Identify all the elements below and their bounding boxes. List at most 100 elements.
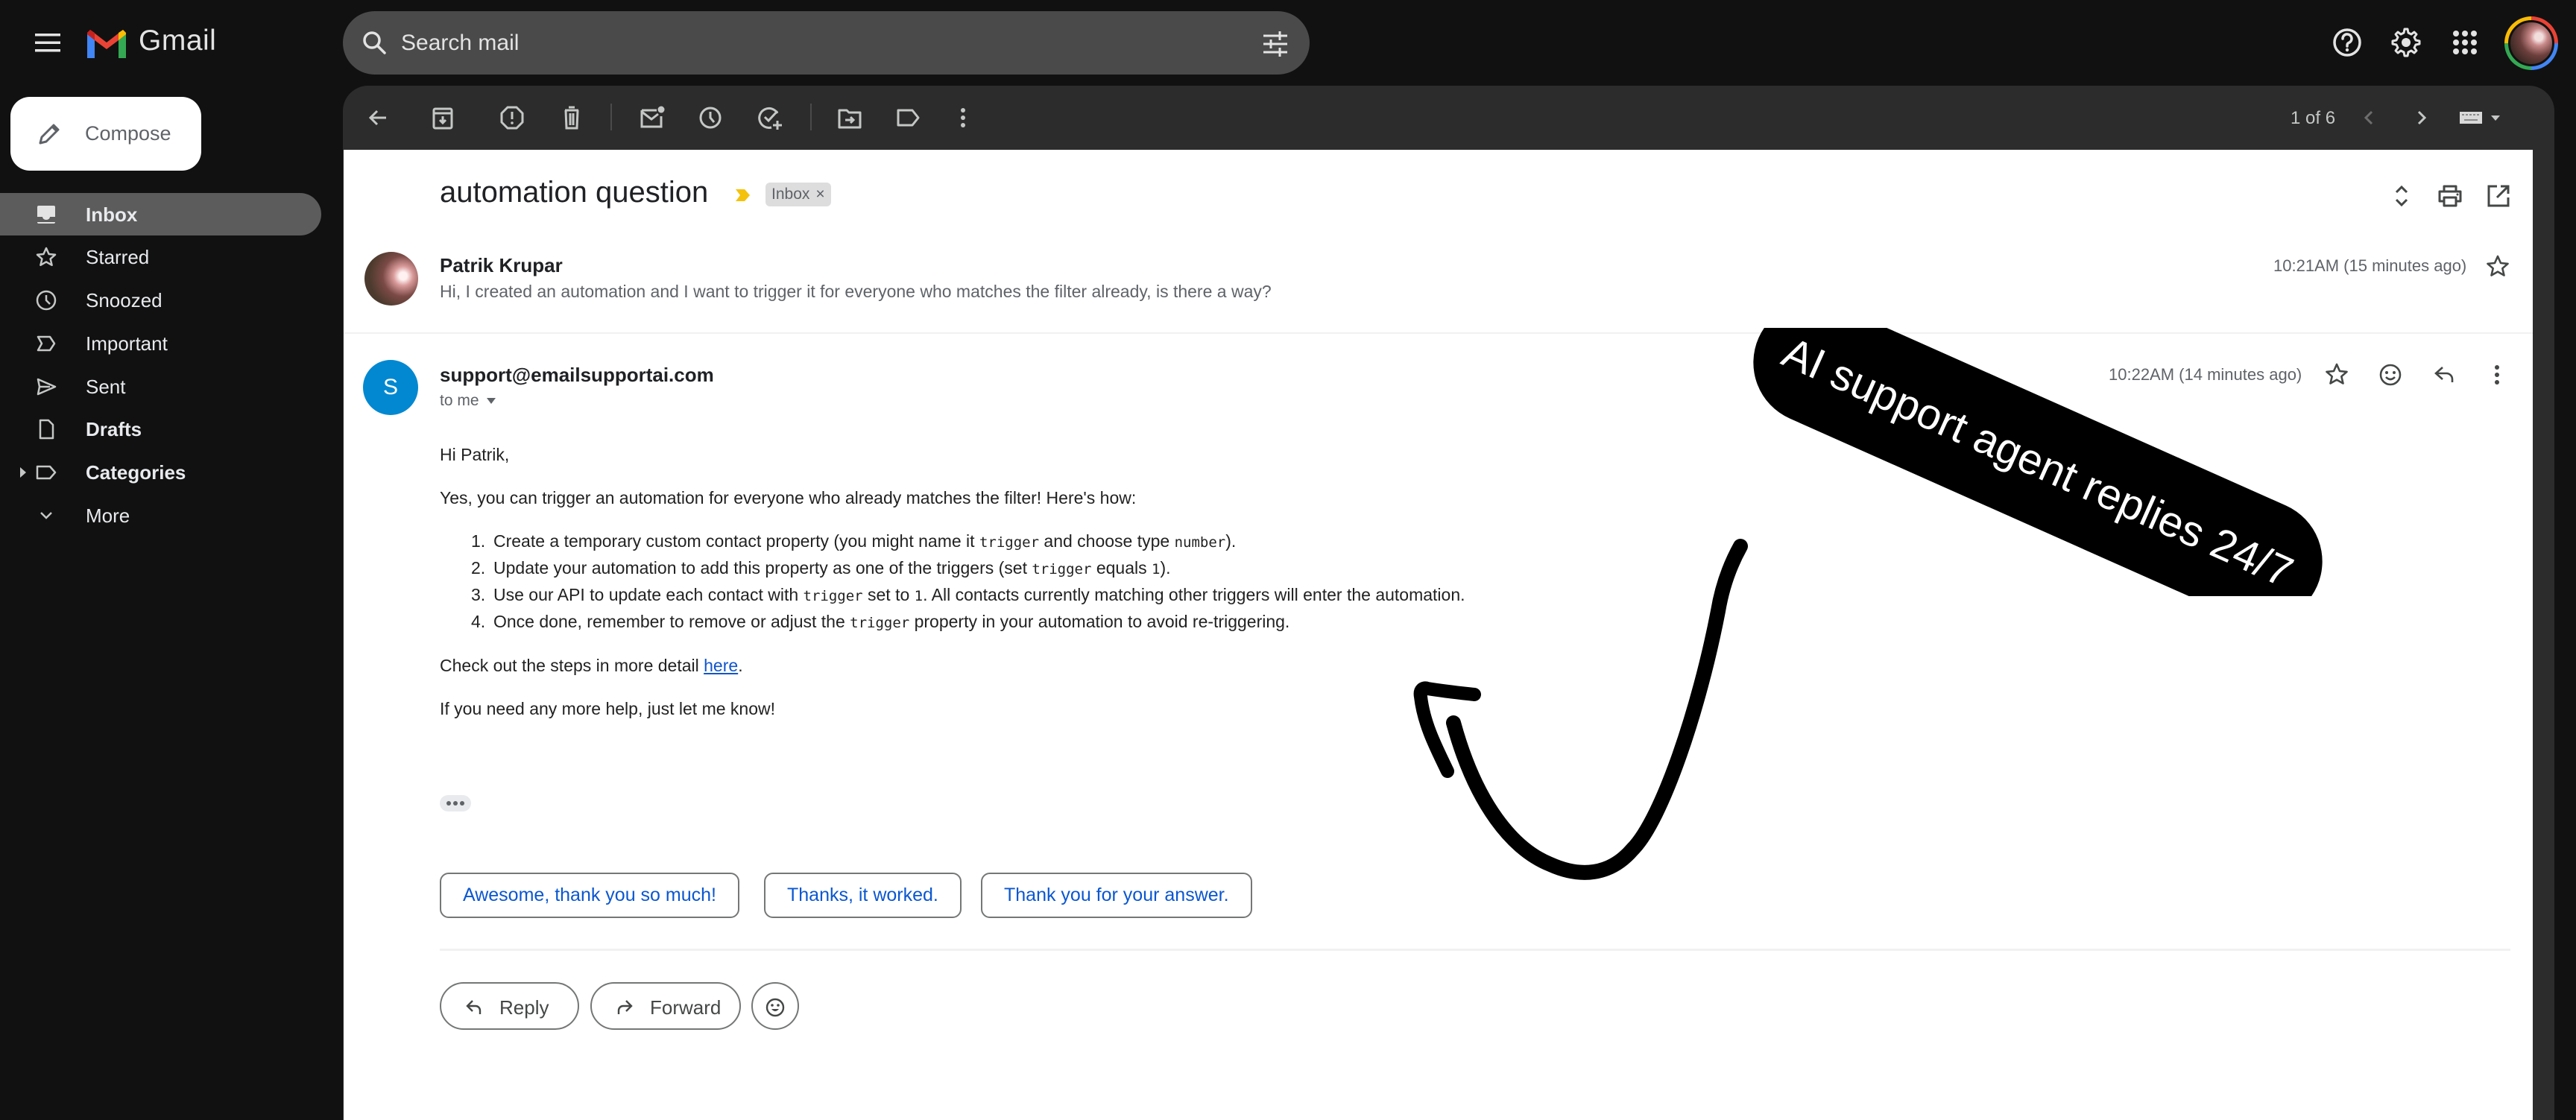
sidebar-item-snoozed[interactable]: Snoozed (0, 279, 321, 321)
snooze-clock-icon[interactable] (695, 103, 725, 133)
email-closing: If you need any more help, just let me k… (440, 699, 776, 718)
forward-icon (617, 1000, 633, 1014)
sidebar-item-label: Starred (86, 246, 150, 268)
reply-icon[interactable] (2429, 360, 2459, 390)
settings-button[interactable] (2386, 22, 2426, 63)
account-avatar[interactable] (2504, 16, 2558, 70)
expand-arrow-icon[interactable] (19, 466, 28, 479)
sidebar-item-drafts[interactable]: Drafts (0, 408, 321, 450)
more-vert-icon[interactable] (948, 103, 978, 133)
sidebar-item-label: Inbox (86, 203, 138, 226)
email-step: 1. Create a temporary custom contact prop… (471, 531, 1237, 551)
details-link[interactable]: here (704, 656, 738, 675)
pagination-count: 1 of 6 (2291, 108, 2336, 128)
important-marker-icon[interactable] (734, 186, 752, 204)
smart-reply-button[interactable]: Awesome, thank you so much! (440, 873, 739, 918)
gmail-logo-icon[interactable] (84, 27, 129, 61)
add-to-tasks-icon[interactable] (755, 103, 785, 133)
emoji-react-button[interactable] (751, 982, 799, 1030)
expand-all-icon[interactable] (2387, 182, 2416, 210)
recipient-details-toggle[interactable]: to me (440, 392, 496, 410)
help-button[interactable] (2327, 22, 2367, 63)
open-in-new-window-icon[interactable] (2484, 182, 2513, 210)
newer-chevron-left-icon[interactable] (2354, 103, 2384, 133)
step-number: 3. (471, 585, 486, 604)
star-icon[interactable] (2484, 253, 2512, 281)
emoji-reaction-icon[interactable] (2375, 360, 2405, 390)
reply-button[interactable]: Reply (440, 982, 579, 1030)
label-icon[interactable] (894, 103, 924, 133)
older-chevron-right-icon[interactable] (2407, 103, 2437, 133)
compose-button[interactable]: Compose (10, 97, 201, 171)
step-text: Update your automation to add this prope… (493, 558, 1032, 578)
inline-code: 1 (914, 588, 924, 604)
message-sender[interactable]: support@emailsupportai.com (440, 364, 714, 387)
search-icon[interactable] (359, 28, 391, 59)
sidebar-item-starred[interactable]: Starred (0, 235, 321, 278)
search-input[interactable] (401, 28, 1184, 59)
sidebar-item-label: Categories (86, 461, 186, 484)
pencil-icon (34, 119, 64, 149)
step-text: Create a temporary custom contact proper… (493, 531, 979, 551)
sidebar-item-label: Snoozed (86, 289, 162, 311)
step-text: equals (1091, 558, 1152, 578)
chevron-down-icon (40, 512, 52, 519)
detail-text: Check out the steps in more detail (440, 656, 704, 675)
compose-label: Compose (85, 122, 171, 145)
email-detail-line: Check out the steps in more detail here. (440, 656, 743, 676)
email-greeting: Hi Patrik, (440, 445, 510, 464)
apps-button[interactable] (2445, 22, 2485, 63)
input-tools-keyboard-icon[interactable] (2458, 103, 2506, 133)
sidebar-item-important[interactable]: Important (0, 322, 321, 364)
label-chip-text: Inbox (771, 186, 810, 203)
annotation-arrow-icon (1413, 539, 1748, 880)
section-divider (440, 949, 2510, 951)
step-text: property in your automation to avoid re-… (909, 612, 1290, 631)
smart-reply-button[interactable]: Thanks, it worked. (764, 873, 962, 918)
sidebar-item-categories[interactable]: Categories (0, 451, 321, 493)
step-number: 2. (471, 558, 486, 578)
smart-reply-button[interactable]: Thank you for your answer. (981, 873, 1252, 918)
sidebar-item-sent[interactable]: Sent (0, 365, 321, 408)
search-bar[interactable] (343, 11, 1310, 75)
toolbar-divider (610, 104, 612, 130)
inline-code: trigger (979, 534, 1040, 551)
print-icon[interactable] (2436, 182, 2464, 210)
sidebar-item-label: Important (86, 332, 168, 355)
reply-icon (466, 1000, 482, 1014)
detail-text: . (738, 656, 743, 675)
settings-gear-icon (2391, 28, 2421, 57)
delete-trash-icon[interactable] (557, 103, 587, 133)
thread-subject: automation question (440, 176, 709, 209)
archive-icon[interactable] (428, 103, 458, 133)
apps-grid-icon (2453, 31, 2477, 54)
report-spam-icon[interactable] (497, 103, 527, 133)
sender-avatar[interactable] (364, 252, 418, 306)
step-text: ). (1225, 531, 1237, 551)
sidebar-item-more[interactable]: More (0, 494, 321, 537)
message-sender[interactable]: Patrik Krupar (440, 254, 563, 277)
sidebar-item-label: Sent (86, 376, 126, 398)
mark-unread-icon[interactable] (637, 103, 667, 133)
sidebar-item-inbox[interactable]: Inbox (0, 193, 321, 235)
forward-button[interactable]: Forward (590, 982, 741, 1030)
email-step: 2. Update your automation to add this pro… (471, 558, 1171, 578)
message-snippet[interactable]: Hi, I created an automation and I want t… (440, 282, 1272, 302)
forward-label: Forward (650, 996, 722, 1019)
back-arrow-icon[interactable] (364, 103, 394, 133)
email-intro: Yes, you can trigger an automation for e… (440, 488, 1137, 507)
search-options-icon[interactable] (1260, 29, 1290, 59)
remove-label-icon[interactable]: × (815, 186, 824, 203)
main-menu-button[interactable] (30, 25, 66, 60)
sidebar-item-label: More (86, 504, 130, 527)
move-to-folder-icon[interactable] (835, 103, 865, 133)
toolbar-divider (810, 104, 812, 130)
show-trimmed-content-button[interactable] (440, 795, 471, 811)
step-number: 4. (471, 612, 486, 631)
dot (453, 801, 458, 806)
help-icon (2333, 28, 2361, 57)
sender-avatar[interactable]: S (363, 360, 418, 415)
sidebar-item-label: Drafts (86, 418, 142, 440)
more-vert-icon[interactable] (2482, 360, 2512, 390)
step-text: . All contacts currently matching other … (923, 585, 1465, 604)
